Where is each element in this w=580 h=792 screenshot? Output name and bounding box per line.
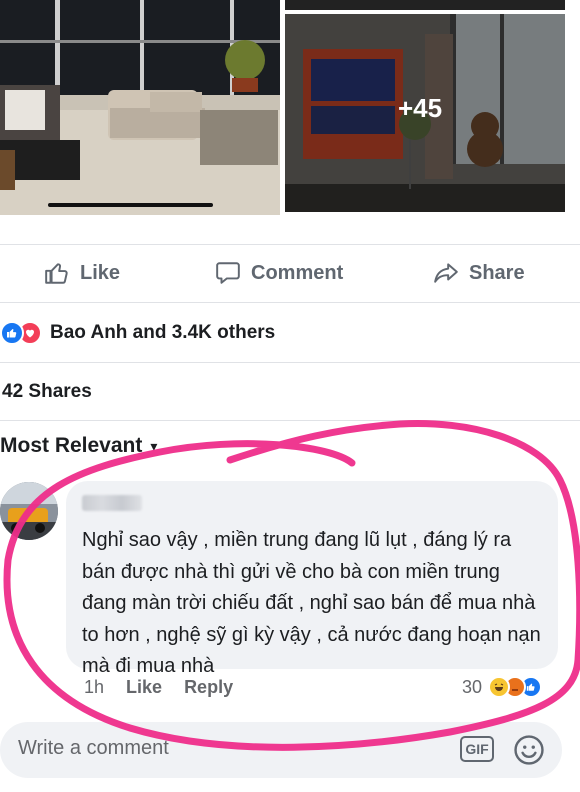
comment-meta: 1h Like Reply xyxy=(84,677,255,698)
comment-input[interactable] xyxy=(18,737,418,760)
shares-count[interactable]: 42 Shares xyxy=(2,381,92,403)
photo-living-room[interactable] xyxy=(0,0,280,215)
gif-button[interactable]: GIF xyxy=(460,736,494,762)
comment-author-name-redacted[interactable] xyxy=(82,495,142,511)
divider xyxy=(0,362,580,363)
comment-composer[interactable]: GIF xyxy=(0,722,562,778)
comment-reactions[interactable]: 30 xyxy=(462,676,543,698)
comment-button[interactable]: Comment xyxy=(215,260,343,286)
speech-bubble-icon xyxy=(216,262,240,284)
share-arrow-icon xyxy=(434,263,458,283)
share-button-label: Share xyxy=(469,261,525,284)
photo-scroll-indicator xyxy=(48,203,213,207)
like-reaction-icon xyxy=(0,321,24,345)
comment-reply-button[interactable]: Reply xyxy=(184,677,233,698)
share-button[interactable]: Share xyxy=(433,260,525,286)
post-action-bar: Like Comment Share xyxy=(0,246,580,302)
divider xyxy=(0,244,580,245)
post-photos: +45 xyxy=(0,0,580,215)
comment-sort-label: Most Relevant xyxy=(0,434,143,457)
reactions-text: Bao Anh and 3.4K others xyxy=(50,322,276,343)
comment-text: Nghỉ sao vậy , miền trung đang lũ lụt , … xyxy=(82,529,541,677)
comment-bubble: Nghỉ sao vậy , miền trung đang lũ lụt , … xyxy=(66,481,558,677)
divider xyxy=(0,420,580,421)
like-button-label: Like xyxy=(80,261,121,284)
thumbs-up-icon xyxy=(45,263,68,284)
comment-like-button[interactable]: Like xyxy=(126,677,162,698)
reaction-icons xyxy=(0,321,42,345)
haha-reaction-icon xyxy=(488,676,511,698)
comment-button-label: Comment xyxy=(251,261,344,284)
comment-reaction-count: 30 xyxy=(462,676,483,697)
reactions-summary[interactable]: Bao Anh and 3.4K others xyxy=(0,318,275,348)
avatar[interactable] xyxy=(0,482,58,540)
photo-more[interactable]: +45 xyxy=(285,14,565,212)
comment-sort-selector[interactable]: Most Relevant ▾ xyxy=(0,434,157,458)
more-photos-count: +45 xyxy=(397,92,443,123)
avatar-image xyxy=(0,482,58,540)
comment-timestamp[interactable]: 1h xyxy=(84,677,104,698)
more-photos-overlay[interactable]: +45 xyxy=(285,14,565,212)
divider xyxy=(0,302,580,303)
living-room-photo-image xyxy=(0,0,280,215)
like-button[interactable]: Like xyxy=(44,260,120,286)
smiley-icon[interactable] xyxy=(512,733,546,772)
chevron-down-icon: ▾ xyxy=(150,437,158,454)
photo-strip xyxy=(285,0,565,10)
